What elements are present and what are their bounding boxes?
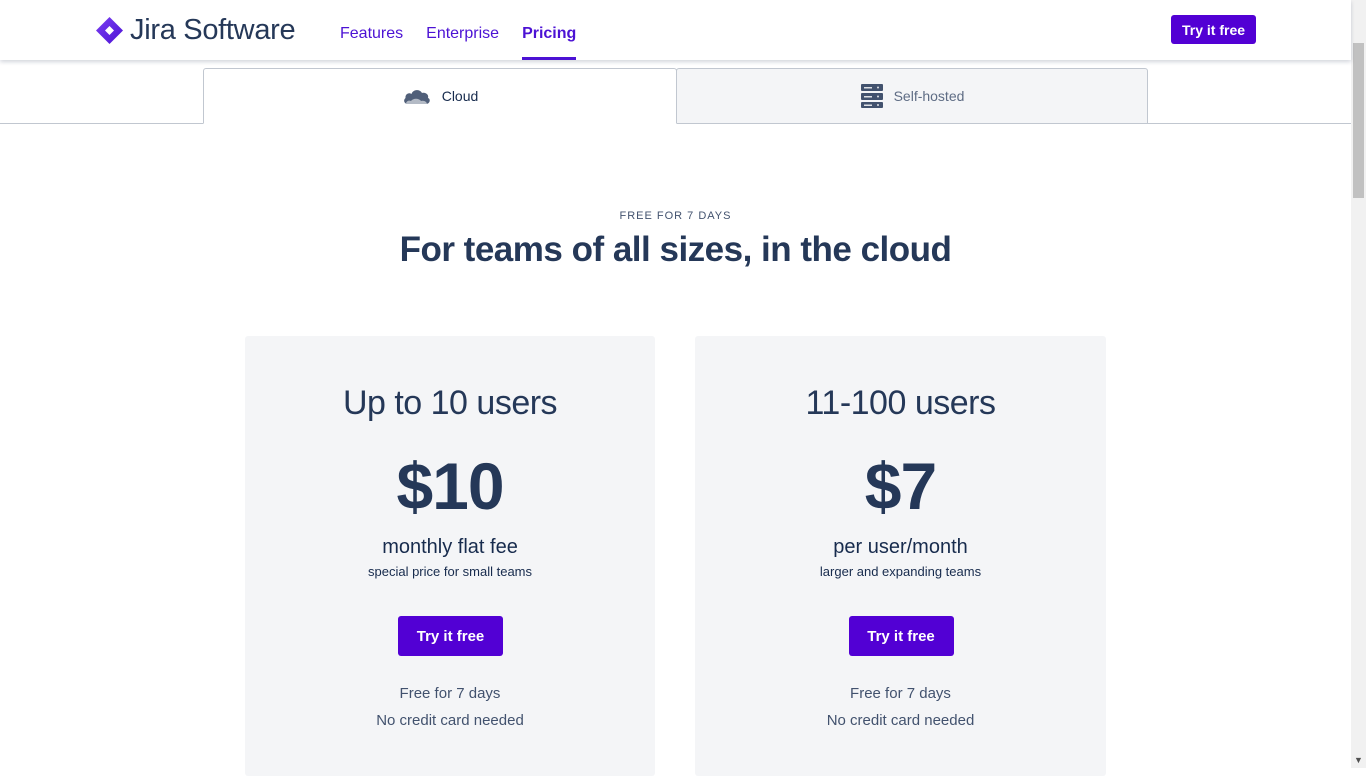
plan-card-note: No credit card needed [376, 712, 524, 729]
site-header: Jira Software Features Enterprise Pricin… [0, 0, 1351, 60]
plan-unit: monthly flat fee [382, 536, 518, 558]
plan-try-free-button[interactable]: Try it free [398, 616, 503, 656]
plan-trial-note: Free for 7 days [399, 685, 501, 702]
plan-unit: per user/month [833, 536, 968, 558]
plan-title: 11-100 users [805, 384, 996, 422]
hero-eyebrow: FREE FOR 7 DAYS [619, 210, 732, 222]
pricing-card-small: Up to 10 users $10 monthly flat fee spec… [245, 336, 655, 776]
plan-price: $10 [396, 449, 504, 523]
nav-enterprise[interactable]: Enterprise [426, 0, 499, 60]
plan-card-note: No credit card needed [826, 712, 975, 729]
tab-self-hosted[interactable]: Self-hosted [676, 68, 1148, 124]
scroll-down-arrow-icon[interactable]: ▼ [1351, 753, 1366, 768]
jira-logo[interactable]: Jira Software [95, 13, 296, 46]
page-title: For teams of all sizes, in the cloud [399, 230, 952, 269]
header-try-free-button[interactable]: Try it free [1171, 15, 1256, 44]
plan-price: $7 [864, 449, 937, 523]
server-icon [860, 83, 884, 109]
scrollbar-thumb[interactable] [1353, 43, 1364, 198]
page-scrollbar[interactable]: ▼ [1351, 0, 1366, 768]
plan-subtitle: larger and expanding teams [819, 564, 982, 579]
tab-self-hosted-label: Self-hosted [893, 88, 965, 104]
logo-text: Jira Software [130, 13, 296, 46]
jira-diamond-icon [96, 16, 123, 44]
plan-try-free-button[interactable]: Try it free [848, 616, 954, 656]
nav-features[interactable]: Features [340, 0, 403, 60]
tab-cloud-label: Cloud [441, 88, 479, 104]
plan-subtitle: special price for small teams [368, 564, 532, 579]
main-nav: Features Enterprise Pricing [340, 0, 599, 60]
plan-trial-note: Free for 7 days [850, 685, 951, 702]
pricing-card-large: 11-100 users $7 per user/month larger an… [695, 336, 1106, 776]
plan-title: Up to 10 users [342, 384, 558, 422]
cloud-icon [402, 86, 432, 106]
tab-cloud[interactable]: Cloud [203, 68, 677, 124]
nav-pricing[interactable]: Pricing [522, 0, 577, 60]
